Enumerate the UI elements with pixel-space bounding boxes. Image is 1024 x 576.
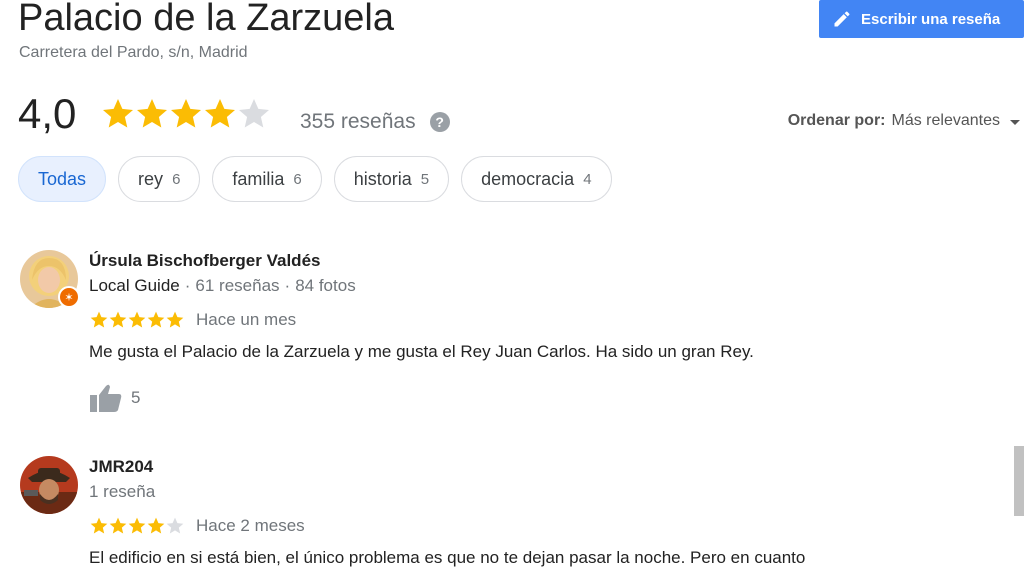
write-review-button[interactable]: Escribir una reseña (819, 0, 1024, 38)
star-filled-icon (90, 311, 108, 328)
reviewer-review-count: 61 reseñas (195, 276, 280, 295)
local-guide-label: Local Guide (89, 276, 180, 295)
star-filled-icon (109, 517, 127, 534)
average-rating-stars (100, 96, 270, 132)
filter-chip-familia[interactable]: familia 6 (212, 156, 322, 202)
review-date: Hace 2 meses (196, 516, 305, 535)
sort-dropdown[interactable]: Más relevantes (892, 112, 1001, 130)
star-filled-icon (128, 517, 146, 534)
filter-chips: Todas rey 6 familia 6 historia 5 democra… (18, 156, 624, 202)
reviewer-avatar[interactable] (20, 456, 80, 516)
star-empty-icon (166, 517, 184, 534)
filter-chip-label: rey (138, 168, 164, 189)
star-filled-icon (137, 99, 167, 128)
review-body: JMR204 1 reseña Hace 2 meses El edificio… (89, 456, 969, 571)
reviewer-meta: Local Guide · 61 reseñas · 84 fotos (89, 276, 356, 295)
review-body: Úrsula Bischofberger Valdés Local Guide ·… (89, 250, 969, 413)
help-icon[interactable]: ? (429, 112, 450, 132)
avatar[interactable] (20, 456, 78, 514)
star-filled-icon (171, 99, 201, 128)
star-empty-icon (239, 99, 269, 128)
pencil-icon (831, 9, 853, 29)
star-filled-icon (109, 311, 127, 328)
review-rating-line: Hace un mes (89, 310, 969, 330)
review-likes: 5 (89, 383, 969, 413)
reviews-panel: Palacio de la Zarzuela Carretera del Par… (0, 0, 1024, 576)
filter-chip-count: 6 (172, 170, 181, 188)
filter-chip-label: Todas (38, 168, 87, 189)
reviewer-name[interactable]: JMR204 (89, 456, 969, 478)
star-filled-icon (166, 311, 184, 328)
write-review-label: Escribir una reseña (861, 10, 1001, 28)
review-rating-line: Hace 2 meses (89, 516, 969, 536)
place-title: Palacio de la Zarzuela (18, 0, 394, 39)
review-text: El edificio en si está bien, el único pr… (89, 548, 806, 567)
review-stars (89, 516, 184, 536)
filter-chip-democracia[interactable]: democracia 4 (461, 156, 612, 202)
thumbs-up-icon[interactable] (89, 383, 123, 413)
local-guide-badge-icon: ✶ (58, 286, 80, 308)
place-address: Carretera del Pardo, s/n, Madrid (19, 44, 248, 61)
star-filled-icon (90, 517, 108, 534)
star-filled-icon (147, 311, 165, 328)
filter-chip-count: 6 (293, 170, 302, 188)
reviewer-avatar[interactable]: ✶ (20, 250, 80, 310)
review-text: Me gusta el Palacio de la Zarzuela y me … (89, 342, 754, 361)
filter-chip-rey[interactable]: rey 6 (118, 156, 201, 202)
average-rating: 4,0 (18, 90, 77, 137)
filter-chip-label: democracia (481, 168, 575, 189)
filter-chip-historia[interactable]: historia 5 (333, 156, 450, 202)
scrollbar[interactable] (1014, 446, 1024, 516)
filter-chip-label: historia (353, 168, 412, 189)
filter-chip-count: 4 (583, 170, 592, 188)
review-count: 355 reseñas ? (300, 110, 450, 134)
review-count-label: 355 reseñas (300, 110, 416, 133)
reviewer-photo-count: 84 fotos (295, 276, 356, 295)
sort-label: Ordenar por: (787, 112, 886, 129)
likes-count: 5 (131, 388, 141, 407)
chevron-down-icon[interactable] (1010, 119, 1020, 125)
filter-chip-todas[interactable]: Todas (18, 156, 107, 202)
reviewer-name[interactable]: Úrsula Bischofberger Valdés (89, 250, 969, 272)
review-stars (89, 310, 184, 330)
review-date: Hace un mes (196, 310, 297, 329)
star-filled-icon (103, 99, 133, 128)
reviewer-meta: 1 reseña (89, 482, 156, 501)
star-filled-icon (205, 99, 235, 128)
star-filled-icon (147, 517, 165, 534)
filter-chip-count: 5 (420, 170, 430, 188)
sort-control[interactable]: Ordenar por: Más relevantes (788, 112, 1020, 130)
filter-chip-label: familia (232, 168, 285, 189)
star-filled-icon (128, 311, 146, 328)
